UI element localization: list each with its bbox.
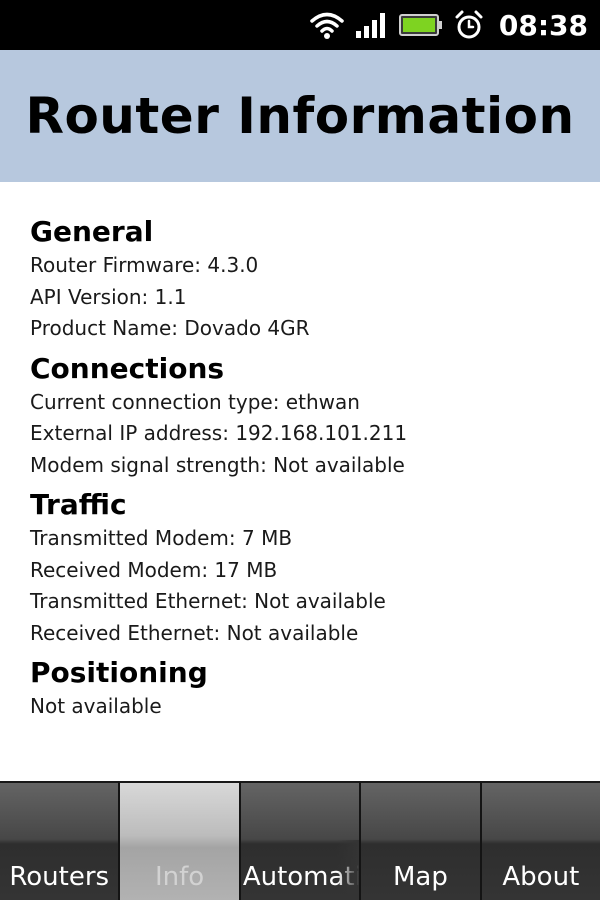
section-positioning: Positioning Not available [30, 655, 590, 723]
tab-label-fade [337, 840, 360, 900]
tab-label: Info [155, 862, 205, 892]
info-line: External IP address: 192.168.101.211 [30, 421, 408, 445]
tab-routers[interactable]: Routers [0, 781, 119, 900]
section-title: Traffic [30, 488, 127, 521]
tab-label: About [502, 862, 580, 892]
section-title: Connections [30, 351, 225, 385]
page-header: Router Information [0, 50, 600, 182]
battery-icon [398, 12, 443, 38]
info-line: Modem signal strength: Not available [30, 452, 405, 477]
section-title: General [30, 215, 154, 248]
info-line: Received Modem: 17 MB [30, 557, 278, 582]
section-title: Positioning [30, 656, 208, 689]
signal-icon [355, 10, 389, 40]
section-traffic: Traffic Transmitted Modem: 7 MB Received… [30, 487, 590, 649]
tab-map[interactable]: Map [359, 781, 480, 900]
info-line: Product Name: Dovado 4GR [30, 316, 310, 340]
section-connections: Connections Current connection type: eth… [30, 351, 590, 482]
section-general: General Router Firmware: 4.3.0 API Versi… [30, 214, 590, 345]
alarm-icon [453, 9, 485, 41]
info-line: Not available [30, 694, 162, 718]
status-bar: 08:38 [0, 0, 600, 50]
info-line: Transmitted Ethernet: Not available [30, 589, 386, 613]
wifi-icon [309, 10, 345, 40]
info-line: Received Ethernet: Not available [30, 620, 359, 645]
tab-automatic[interactable]: Automatic [238, 781, 360, 900]
info-line: Current connection type: ethwan [30, 389, 360, 414]
tab-label: Map [392, 862, 448, 892]
bottom-tab-bar: Routers Info Automatic Map About [0, 781, 600, 900]
info-line: API Version: 1.1 [30, 284, 187, 309]
page-title: Router Information [25, 87, 575, 145]
tab-label: Routers [9, 862, 110, 892]
router-info-content: General Router Firmware: 4.3.0 API Versi… [30, 214, 590, 729]
tab-info[interactable]: Info [118, 781, 239, 900]
info-line: Transmitted Modem: 7 MB [30, 526, 293, 550]
tab-about[interactable]: About [479, 781, 600, 900]
status-clock: 08:38 [498, 8, 588, 42]
info-line: Router Firmware: 4.3.0 [30, 253, 259, 277]
